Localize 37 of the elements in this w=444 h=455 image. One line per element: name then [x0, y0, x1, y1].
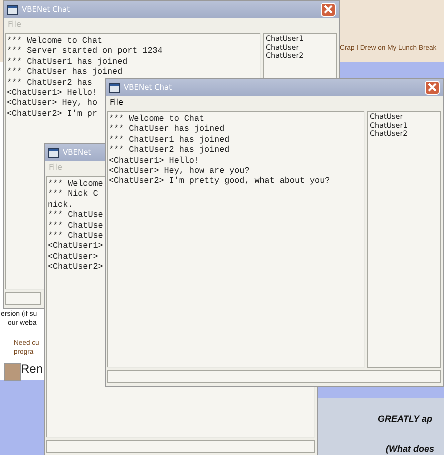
- chat-message: *** ChatUser1 has joined: [109, 134, 230, 146]
- message-input[interactable]: [46, 440, 315, 453]
- chat-message: <ChatUser1> Hello!: [7, 88, 98, 98]
- page-text: GREATLY ap: [378, 414, 433, 424]
- chat-message: *** ChatUser2 has: [7, 78, 92, 88]
- chat-message: nick.: [48, 200, 74, 210]
- menu-item[interactable]: File: [110, 97, 124, 109]
- chat-message: *** Nick C: [48, 189, 98, 200]
- photo-placeholder: [4, 363, 21, 381]
- chat-message: *** ChatUse: [48, 220, 104, 232]
- close-button[interactable]: [425, 80, 440, 94]
- window-icon: [7, 4, 18, 14]
- chat-message: *** Welcome: [48, 179, 104, 190]
- chat-message: <ChatUser> Hey, ho: [7, 98, 98, 109]
- chat-message: <ChatUser2> I'm pr: [7, 108, 98, 120]
- message-input[interactable]: [5, 292, 41, 305]
- chat-message: *** ChatUser2 has joined: [109, 145, 230, 156]
- chat-message: *** Welcome to Chat: [109, 114, 204, 124]
- chat-message: *** ChatUse: [48, 231, 104, 242]
- chat-message: <ChatUser1> Hello!: [109, 156, 200, 166]
- chat-message: *** ChatUser has joined: [7, 67, 123, 78]
- chat-message: *** Server started on port 1234: [7, 46, 163, 57]
- chat-message: *** ChatUser1 has joined: [7, 56, 128, 68]
- chat-message: <ChatUser1>: [48, 241, 104, 252]
- chat-message: <ChatUser>: [48, 252, 98, 262]
- window-icon: [48, 148, 59, 158]
- logo-text: Ren: [21, 362, 44, 376]
- page-text: (What does: [386, 444, 434, 454]
- chat-message: <ChatUser2> I'm pretty good, what about you?: [109, 176, 330, 187]
- message-input[interactable]: [107, 370, 441, 383]
- chat-message: *** Welcome to Chat: [7, 36, 102, 46]
- chat-message: <ChatUser2>: [48, 262, 104, 273]
- chat-message: *** ChatUse: [48, 210, 104, 221]
- close-button[interactable]: [321, 2, 336, 16]
- window-icon: [109, 82, 120, 92]
- chat-message: *** ChatUser has joined: [109, 124, 225, 135]
- chat-message: <ChatUser> Hey, how are you?: [109, 166, 250, 176]
